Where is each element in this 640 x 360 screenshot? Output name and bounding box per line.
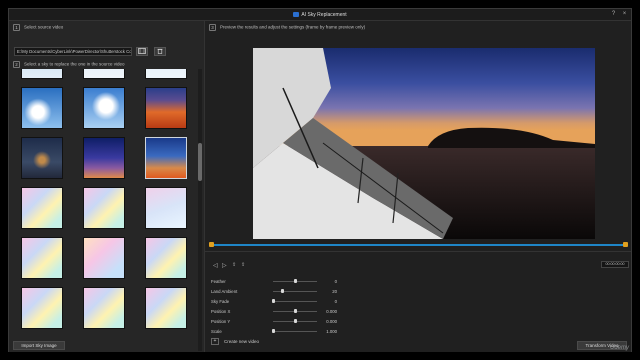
sky-thumbnail[interactable] xyxy=(83,287,125,329)
help-button[interactable]: ? xyxy=(610,11,617,18)
snapshot-icon: ⇪ xyxy=(241,262,246,268)
close-button[interactable]: × xyxy=(621,11,628,18)
timeline-track[interactable] xyxy=(209,244,627,246)
sky-thumbnail[interactable] xyxy=(145,69,187,79)
left-panel: 1 Select source video E:\My Documents\Cyb… xyxy=(9,21,205,352)
create-new-video-label: Create new video xyxy=(224,339,260,344)
step1-label: Select source video xyxy=(24,24,64,30)
setting-label: Feather xyxy=(211,279,226,284)
sky-thumbnail[interactable] xyxy=(21,69,63,79)
prev-frame-button[interactable]: ◁ xyxy=(213,262,218,269)
app-logo-icon xyxy=(293,12,300,18)
setting-label: Sky Fade xyxy=(211,299,230,304)
step1-badge: 1 xyxy=(13,24,20,31)
chevron-left-icon: ◁ xyxy=(213,263,218,269)
setting-value[interactable]: 1.000 xyxy=(321,329,337,334)
step3-label: Preview the results and adjust the setti… xyxy=(220,24,366,30)
sky-thumbnail[interactable] xyxy=(145,87,187,129)
step2-badge: 2 xyxy=(13,61,20,68)
sky-thumbnail[interactable] xyxy=(21,287,63,329)
sky-thumbnail[interactable] xyxy=(83,137,125,179)
step3-header: 3 Preview the results and adjust the sett… xyxy=(209,24,365,31)
screen: AI Sky Replacement ? × 1 Select source vi… xyxy=(0,0,640,360)
setting-slider-knob[interactable] xyxy=(272,329,275,333)
sky-thumbnail[interactable] xyxy=(21,137,63,179)
setting-slider-knob[interactable] xyxy=(272,299,275,303)
snapshot-button[interactable]: ⇪ xyxy=(241,262,245,268)
delete-video-button[interactable] xyxy=(154,47,166,56)
create-new-video-checkbox[interactable]: + xyxy=(211,338,219,345)
title-bar: AI Sky Replacement ? × xyxy=(9,9,631,21)
scrollbar-thumb[interactable] xyxy=(198,143,202,181)
export-frame-button[interactable]: ⇪ xyxy=(232,262,236,268)
setting-label: Scale xyxy=(211,329,222,334)
play-button[interactable]: ▷ xyxy=(222,262,227,269)
setting-label: Position Y xyxy=(211,319,231,324)
sky-thumbnail[interactable] xyxy=(83,187,125,229)
window-title-text: AI Sky Replacement xyxy=(301,12,347,18)
step2-header: 2 Select a sky to replace the one in the … xyxy=(13,61,125,68)
sky-replacement-window: AI Sky Replacement ? × 1 Select source vi… xyxy=(8,8,632,352)
setting-value[interactable]: 0.000 xyxy=(321,319,337,324)
trash-icon xyxy=(157,48,163,54)
setting-slider-track[interactable] xyxy=(273,291,317,292)
setting-slider-knob[interactable] xyxy=(294,309,297,313)
sky-thumbnail[interactable] xyxy=(145,187,187,229)
timeline-end-handle[interactable] xyxy=(623,242,628,247)
setting-slider-knob[interactable] xyxy=(294,279,297,283)
export-icon: ⇪ xyxy=(232,262,237,268)
import-sky-image-button[interactable]: Import Sky Image xyxy=(13,341,65,350)
sky-thumbnail[interactable] xyxy=(83,69,125,79)
sky-thumbnail[interactable] xyxy=(21,187,63,229)
step2-label: Select a sky to replace the one in the s… xyxy=(24,61,125,67)
play-icon: ▷ xyxy=(222,263,227,269)
setting-value[interactable]: 0.000 xyxy=(321,309,337,314)
film-icon xyxy=(138,48,146,54)
setting-value[interactable]: 20 xyxy=(321,289,337,294)
window-title: AI Sky Replacement xyxy=(9,12,631,18)
right-panel: 3 Preview the results and adjust the sett… xyxy=(205,21,631,352)
sky-list-scrollbar[interactable] xyxy=(198,69,202,351)
timecode-display[interactable]: 00:00:00:00 xyxy=(601,261,629,268)
sky-thumbnail-grid xyxy=(13,69,193,352)
setting-slider-knob[interactable] xyxy=(294,319,297,323)
sky-thumbnail[interactable] xyxy=(21,237,63,279)
divider xyxy=(205,251,631,252)
browse-video-button[interactable] xyxy=(136,47,148,56)
preview-image xyxy=(253,48,595,239)
setting-value[interactable]: 0 xyxy=(321,279,337,284)
sky-thumbnail[interactable] xyxy=(83,237,125,279)
setting-slider-track[interactable] xyxy=(273,301,317,302)
setting-label: Position X xyxy=(211,309,231,314)
setting-value[interactable]: 0 xyxy=(321,299,337,304)
watermark: Udemy xyxy=(609,345,629,351)
sky-thumbnail[interactable] xyxy=(21,87,63,129)
timeline-start-handle[interactable] xyxy=(209,242,214,247)
sky-thumbnail[interactable] xyxy=(145,137,187,179)
setting-label: Land Ambient xyxy=(211,289,238,294)
sky-thumbnail[interactable] xyxy=(145,237,187,279)
video-preview xyxy=(253,48,595,239)
sky-thumbnail[interactable] xyxy=(145,287,187,329)
step3-badge: 3 xyxy=(209,24,216,31)
source-video-path-field[interactable]: E:\My Documents\CyberLink\PowerDirector\… xyxy=(14,47,132,56)
setting-slider-knob[interactable] xyxy=(280,289,284,293)
setting-slider-track[interactable] xyxy=(273,331,317,332)
step1-header: 1 Select source video xyxy=(13,24,63,31)
sky-thumbnail[interactable] xyxy=(83,87,125,129)
